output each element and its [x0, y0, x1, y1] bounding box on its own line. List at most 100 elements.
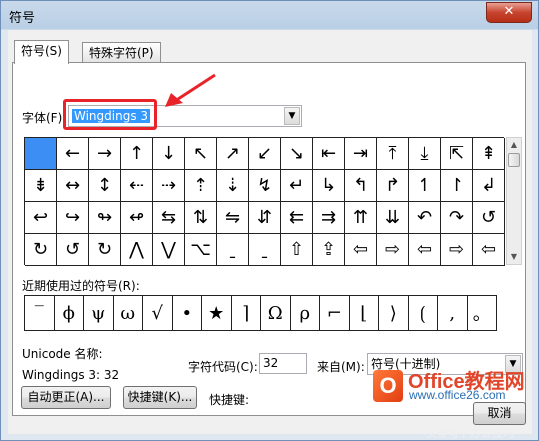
symbol-cell[interactable]: ↰ — [345, 170, 377, 202]
symbol-cell[interactable]: ⇡ — [185, 170, 217, 202]
symbol-cell[interactable]: ⤓ — [409, 138, 441, 170]
symbol-cell[interactable]: ⇵ — [249, 202, 281, 234]
symbol-cell[interactable]: ⇦ — [345, 234, 377, 266]
symbol-cell[interactable]: ⤒ — [377, 138, 409, 170]
symbol-cell[interactable]: ⇦ — [473, 234, 505, 266]
symbol-cell[interactable]: ⇈ — [345, 202, 377, 234]
symbol-cell[interactable]: ⇨ — [377, 234, 409, 266]
symbol-grid: ← → ↑ ↓ ↖ ↗ ↙ ↘ ⇤ ⇥ ⤒ ⤓ ⇱ ⇞ ⇟ ↔ ↕ ⇠ ⇢ ⇡ ⇣ ↯ ↵ ↳ ↰ ↱ ↿ ↾ ↲ ↩ ↪ ↬ ↫ ⇆ ⇅ ⇋ ⇵ ⇇ ⇉ ⇈… — [24, 137, 505, 266]
symbol-cell[interactable]: ⇢ — [153, 170, 185, 202]
symbol-cell[interactable]: ⇱ — [441, 138, 473, 170]
symbol-cell[interactable]: ⇤ — [313, 138, 345, 170]
symbol-cell[interactable]: ⇟ — [25, 170, 57, 202]
symbol-cell[interactable]: ˍ — [249, 234, 281, 266]
recent-symbol-cell[interactable]: ρ — [290, 296, 320, 331]
shortcut-key-button[interactable]: 快捷键(K)... — [123, 386, 197, 409]
unicode-name-value: Wingdings 3: 32 — [22, 368, 120, 382]
recent-symbols-label: 近期使用过的符号(R): — [22, 279, 140, 293]
symbol-cell[interactable]: ↺ — [473, 202, 505, 234]
watermark-bottom: 头条号 / 办公技巧 — [426, 427, 514, 440]
recent-symbol-cell[interactable]: √ — [143, 296, 173, 331]
symbol-cell[interactable]: ↙ — [249, 138, 281, 170]
recent-symbol-cell[interactable]: ★ — [202, 296, 232, 331]
symbol-cell[interactable]: ⇇ — [281, 202, 313, 234]
recent-symbol-cell[interactable]: ψ — [84, 296, 114, 331]
tab-special-characters[interactable]: 特殊字符(P) — [82, 42, 161, 63]
symbol-cell[interactable]: ↬ — [89, 202, 121, 234]
symbol-cell[interactable]: ↗ — [217, 138, 249, 170]
symbol-cell[interactable]: ↲ — [473, 170, 505, 202]
symbol-cell[interactable]: ⇊ — [377, 202, 409, 234]
recent-symbol-cell[interactable]: ⌉ — [231, 296, 261, 331]
symbol-cell[interactable]: ⇦ — [409, 234, 441, 266]
symbols-panel: 字体(F): Wingdings 3 ▼ ← → ↑ ↓ ↖ ↗ ↙ ↘ ⇤ ⇥ ⤒ ⤓ ⇱ ⇞ ⇟ ↔ ↕ ⇠ ⇢… — [12, 62, 526, 416]
symbol-cell[interactable]: ↯ — [249, 170, 281, 202]
symbol-cell[interactable]: → — [89, 138, 121, 170]
symbol-cell[interactable]: ↺ — [57, 234, 89, 266]
symbol-cell[interactable]: ↵ — [281, 170, 313, 202]
autocorrect-button[interactable]: 自动更正(A)... — [21, 386, 111, 409]
recent-symbol-cell[interactable]: 。 — [467, 296, 497, 331]
recent-symbol-cell[interactable]: ⟩ — [379, 296, 409, 331]
recent-symbols-grid: ‾ ϕ ψ ω √ • ★ ⌉ Ωρ ⌐ ⌊ ⟩ ⟮,。 — [24, 295, 497, 331]
recent-symbol-cell[interactable]: • — [172, 296, 202, 331]
char-code-input[interactable]: 32 — [259, 353, 307, 374]
office-logo-icon: O — [373, 370, 403, 402]
symbol-cell[interactable]: ⋁ — [153, 234, 185, 266]
symbol-cell[interactable]: ↾ — [441, 170, 473, 202]
symbol-cell[interactable]: ↑ — [121, 138, 153, 170]
symbol-cell[interactable]: ← — [57, 138, 89, 170]
close-button[interactable]: ✕ — [486, 2, 532, 23]
symbol-cell[interactable]: ↖ — [185, 138, 217, 170]
symbol-cell[interactable]: ↿ — [409, 170, 441, 202]
scroll-thumb[interactable] — [508, 153, 520, 167]
highlight-box — [63, 99, 157, 130]
symbol-cell[interactable]: ↶ — [409, 202, 441, 234]
tab-symbols[interactable]: 符号(S) — [14, 40, 69, 64]
recent-symbol-cell[interactable]: ⟮ — [408, 296, 438, 331]
symbol-grid-scrollbar[interactable]: ▲ ▼ — [506, 137, 522, 265]
symbol-cell[interactable]: ↳ — [313, 170, 345, 202]
shortcut-key-label: 快捷键: — [209, 393, 250, 407]
symbol-cell[interactable]: ↪ — [57, 202, 89, 234]
symbol-cell[interactable]: ⇋ — [217, 202, 249, 234]
symbol-cell[interactable]: ⇪ — [313, 234, 345, 266]
symbol-cell[interactable]: ˍ — [217, 234, 249, 266]
symbol-cell[interactable]: ↫ — [121, 202, 153, 234]
watermark-url: www.office26.com — [409, 388, 506, 402]
scroll-up-icon[interactable]: ▲ — [507, 138, 521, 152]
symbol-cell[interactable]: ↻ — [25, 234, 57, 266]
cancel-button[interactable]: 取消 — [473, 402, 526, 425]
symbol-cell[interactable]: ↘ — [281, 138, 313, 170]
title-bar[interactable]: 符号 ✕ — [1, 1, 538, 29]
symbol-cell[interactable]: ⇣ — [217, 170, 249, 202]
recent-symbol-cell[interactable]: ω — [113, 296, 143, 331]
recent-symbol-cell[interactable]: ϕ — [54, 296, 84, 331]
symbol-cell[interactable]: ↻ — [89, 234, 121, 266]
symbol-cell[interactable]: ⇨ — [441, 234, 473, 266]
recent-symbol-cell[interactable]: Ω — [261, 296, 291, 331]
symbol-cell[interactable]: ⇞ — [473, 138, 505, 170]
recent-symbol-cell[interactable]: , — [438, 296, 468, 331]
symbol-cell[interactable]: ⇉ — [313, 202, 345, 234]
recent-symbol-cell[interactable]: ⌊ — [349, 296, 379, 331]
recent-symbol-cell[interactable]: ⌐ — [320, 296, 350, 331]
symbol-cell[interactable]: ⇆ — [153, 202, 185, 234]
symbol-cell[interactable]: ⇠ — [121, 170, 153, 202]
symbol-cell[interactable]: ↕ — [89, 170, 121, 202]
scroll-down-icon[interactable]: ▼ — [507, 250, 521, 264]
symbol-cell[interactable]: ↔ — [57, 170, 89, 202]
symbol-cell[interactable]: ⋀ — [121, 234, 153, 266]
recent-symbol-cell[interactable]: ‾ — [25, 296, 55, 331]
symbol-cell[interactable]: ↩ — [25, 202, 57, 234]
symbol-cell[interactable]: ↓ — [153, 138, 185, 170]
symbol-cell[interactable]: ↱ — [377, 170, 409, 202]
chevron-down-icon[interactable]: ▼ — [284, 107, 300, 125]
font-label: 字体(F): — [22, 111, 67, 125]
symbol-cell[interactable]: ⇅ — [185, 202, 217, 234]
symbol-cell[interactable]: ↷ — [441, 202, 473, 234]
symbol-cell[interactable]: ⇧ — [281, 234, 313, 266]
symbol-cell-selected[interactable] — [25, 138, 57, 170]
symbol-cell[interactable]: ⌥ — [185, 234, 217, 266]
symbol-cell[interactable]: ⇥ — [345, 138, 377, 170]
